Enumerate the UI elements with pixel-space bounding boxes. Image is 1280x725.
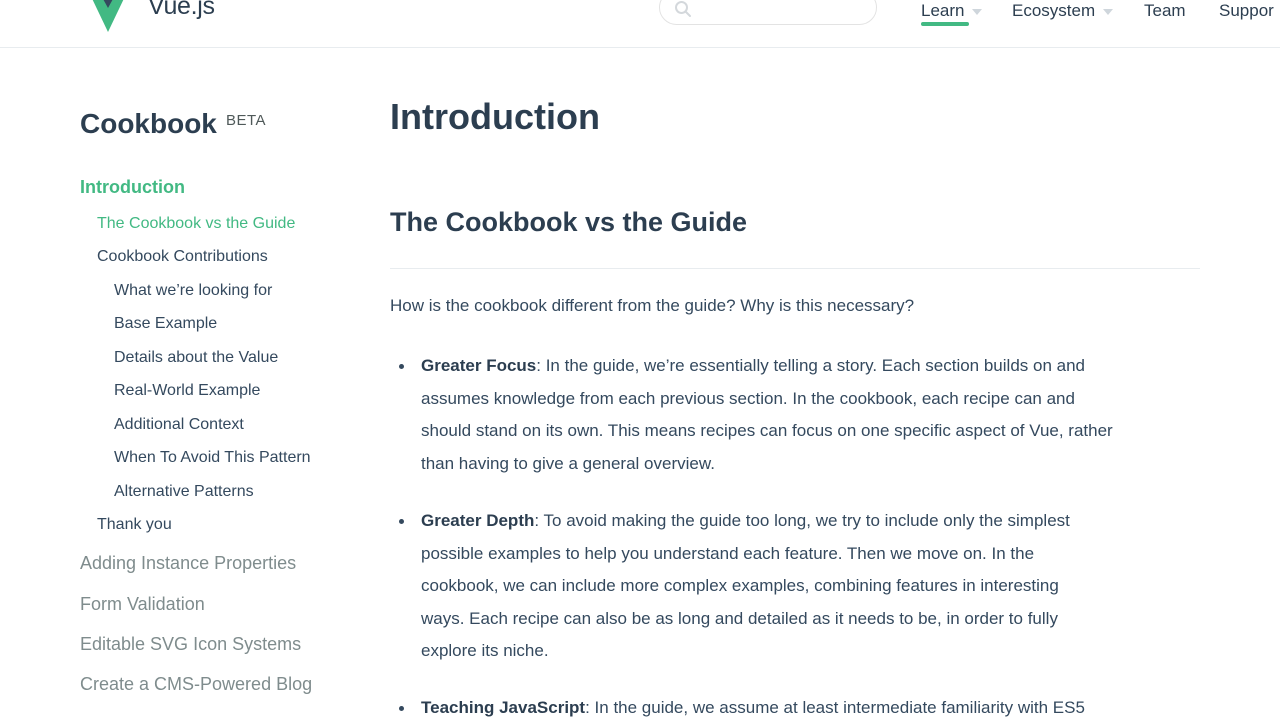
nav-ecosystem-label: Ecosystem <box>1012 1 1096 20</box>
search-input[interactable] <box>700 0 869 21</box>
nav-team-label: Team <box>1144 1 1186 20</box>
bullet-text: than having to give a general overview. <box>421 453 715 473</box>
sidebar-item-cookbook-vs-guide[interactable]: The Cookbook vs the Guide <box>97 215 295 233</box>
nav-learn-label: Learn <box>921 1 965 20</box>
lead-paragraph: How is the cookbook different from the g… <box>390 296 915 315</box>
sidebar-item-additional-context[interactable]: Additional Context <box>114 416 244 434</box>
vue-logo-icon[interactable] <box>87 0 129 34</box>
bullet-term: Greater Focus <box>421 356 537 375</box>
bullet-text: : In the guide, we assume at least inter… <box>585 698 1085 717</box>
sidebar-item-details-about-value[interactable]: Details about the Value <box>114 349 278 367</box>
bullet-term: Teaching JavaScript <box>421 698 586 717</box>
bullet-text: cookbook, we can include more complex ex… <box>421 576 1059 596</box>
sidebar-item-introduction[interactable]: Introduction <box>80 177 185 198</box>
bullet-dot <box>399 519 404 524</box>
chevron-down-icon <box>972 9 983 15</box>
bullet-text: possible examples to help you understand… <box>421 543 1035 563</box>
sidebar-item-cms-powered-blog[interactable]: Create a CMS-Powered Blog <box>80 674 312 695</box>
search-icon <box>675 1 691 17</box>
sidebar-title: Cookbook <box>80 108 217 139</box>
sidebar-item-base-example[interactable]: Base Example <box>114 315 217 333</box>
sidebar-item-thank-you[interactable]: Thank you <box>97 516 172 534</box>
sidebar-item-what-looking-for[interactable]: What we’re looking for <box>114 282 272 300</box>
nav-support-label: Suppor <box>1219 1 1274 20</box>
nav-ecosystem[interactable]: Ecosystem <box>1012 0 1114 26</box>
sidebar-item-real-world-example[interactable]: Real-World Example <box>114 382 260 400</box>
nav-support[interactable]: Suppor <box>1219 0 1274 26</box>
nav-active-indicator <box>921 22 969 26</box>
bullet-text: assumes knowledge from each previous sec… <box>421 388 1075 408</box>
sidebar-item-cookbook-contributions[interactable]: Cookbook Contributions <box>97 248 268 266</box>
chevron-down-icon <box>1103 9 1114 15</box>
top-nav-bar: Vue.js Learn Ecosystem Team Suppor <box>0 0 1280 48</box>
sidebar-item-adding-instance-properties[interactable]: Adding Instance Properties <box>80 553 296 574</box>
page-title: Introduction <box>390 96 600 137</box>
bullet-text: : To avoid making the guide too long, we… <box>534 511 1070 530</box>
bullet-dot <box>399 706 404 711</box>
search-box[interactable] <box>659 0 877 25</box>
sidebar-item-alternative-patterns[interactable]: Alternative Patterns <box>114 483 254 501</box>
section-divider <box>390 268 1200 269</box>
nav-team[interactable]: Team <box>1144 0 1186 26</box>
brand-name[interactable]: Vue.js <box>148 0 215 21</box>
sidebar-item-when-to-avoid[interactable]: When To Avoid This Pattern <box>114 449 311 467</box>
beta-badge: BETA <box>226 112 267 129</box>
bullet-text: ways. Each recipe can also be as long an… <box>421 608 1058 628</box>
bullet-text: explore its niche. <box>421 641 549 661</box>
bullet-term: Greater Depth <box>421 511 535 530</box>
bullet-text: should stand on its own. This means reci… <box>421 421 1113 441</box>
sidebar-item-form-validation[interactable]: Form Validation <box>80 594 205 615</box>
bullet-text: : In the guide, we’re essentially tellin… <box>536 356 1085 375</box>
section-heading[interactable]: The Cookbook vs the Guide <box>390 207 747 238</box>
sidebar-item-editable-svg-icon-systems[interactable]: Editable SVG Icon Systems <box>80 634 301 655</box>
bullet-dot <box>399 364 404 369</box>
